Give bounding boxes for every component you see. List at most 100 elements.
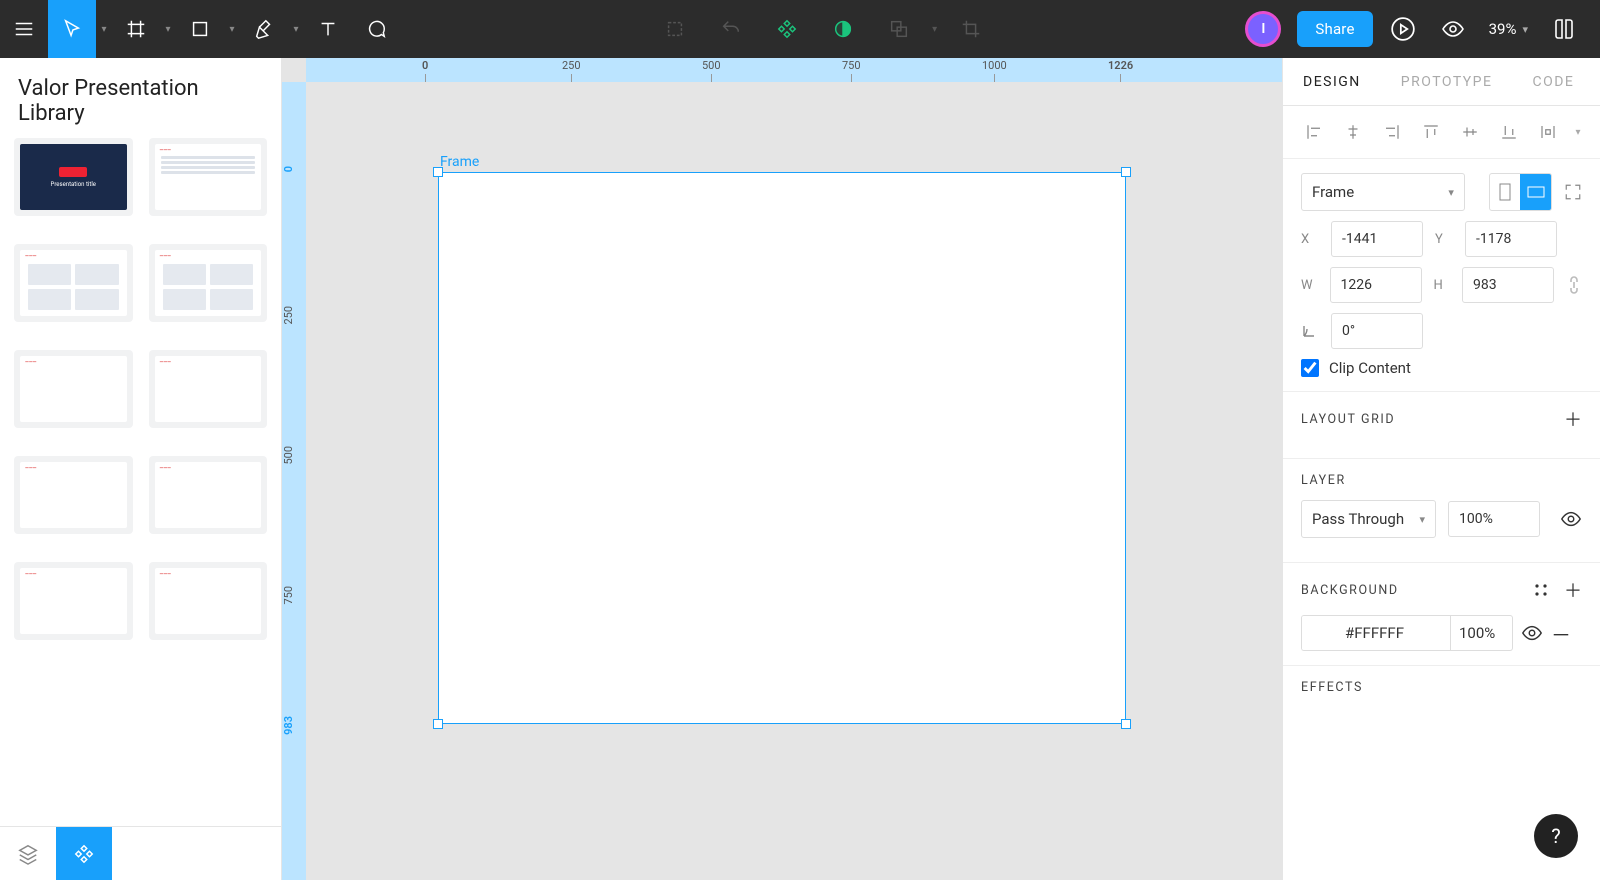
blend-mode-select[interactable]: Pass Through ▾ (1301, 500, 1436, 538)
layer-visibility-icon[interactable] (1560, 508, 1582, 530)
frame-name-label[interactable]: Frame (440, 154, 479, 170)
blend-mode-value: Pass Through (1312, 510, 1404, 528)
tab-design[interactable]: DESIGN (1283, 58, 1381, 105)
file-title: Valor Presentation Library (0, 58, 281, 138)
thumb-slide[interactable]: ——— (149, 562, 268, 640)
layout-grid-title: LAYOUT GRID (1301, 412, 1395, 427)
frame-tool-caret[interactable]: ▾ (160, 24, 176, 35)
boolean-caret[interactable]: ▾ (927, 24, 943, 35)
layer-title: LAYER (1301, 473, 1346, 488)
pen-tool-icon[interactable] (240, 0, 288, 58)
top-toolbar: ▾ ▾ ▾ ▾ ▾ I (0, 0, 1600, 58)
thumb-slide[interactable]: ——— (14, 456, 133, 534)
canvas[interactable]: 0 250 500 750 1000 1226 0 250 500 750 98… (282, 58, 1282, 880)
align-right-icon[interactable] (1377, 118, 1407, 146)
layers-tab-icon[interactable] (0, 827, 56, 880)
pages-thumbnails[interactable]: Presentation title ——— ——— ——— ——— ——— (0, 138, 281, 826)
h-input[interactable] (1462, 267, 1554, 303)
help-button[interactable]: ? (1534, 814, 1578, 858)
user-avatar[interactable]: I (1245, 11, 1281, 47)
x-label: X (1301, 232, 1319, 247)
add-layout-grid-icon[interactable]: ＋ (1564, 406, 1582, 432)
comment-tool-icon[interactable] (352, 0, 400, 58)
move-tool-caret[interactable]: ▾ (96, 24, 112, 35)
shape-tool-icon[interactable] (176, 0, 224, 58)
background-title: BACKGROUND (1301, 583, 1399, 598)
inspector-tabs: DESIGN PROTOTYPE CODE (1283, 58, 1600, 106)
h-label: H (1434, 278, 1451, 293)
view-settings-icon[interactable] (1433, 0, 1473, 58)
boolean-dim-icon[interactable] (871, 0, 927, 58)
crop-dim-icon[interactable] (943, 0, 999, 58)
pen-tool-caret[interactable]: ▾ (288, 24, 304, 35)
frame-tool-icon[interactable] (112, 0, 160, 58)
mask-icon[interactable] (815, 0, 871, 58)
thumb-slide[interactable]: ——— (149, 244, 268, 322)
ruler-vertical[interactable]: 0 250 500 750 983 (282, 82, 306, 880)
distribute-caret[interactable]: ▾ (1572, 118, 1584, 146)
background-opacity-input[interactable] (1451, 615, 1513, 651)
align-vcenter-icon[interactable] (1455, 118, 1485, 146)
background-hex-input[interactable] (1335, 615, 1451, 651)
orientation-landscape[interactable] (1520, 174, 1551, 210)
background-section: BACKGROUND ＋ － (1283, 563, 1600, 666)
shape-tool-caret[interactable]: ▾ (224, 24, 240, 35)
assets-tab-icon[interactable] (56, 827, 112, 880)
remove-background-icon[interactable]: － (1551, 619, 1571, 648)
thumb-slide[interactable]: ——— (149, 138, 268, 216)
resize-handle-ne[interactable] (1121, 167, 1131, 177)
canvas-viewport[interactable]: Frame (306, 82, 1282, 880)
tab-prototype[interactable]: PROTOTYPE (1381, 58, 1513, 105)
thumb-slide[interactable]: ——— (14, 350, 133, 428)
resize-handle-se[interactable] (1121, 719, 1131, 729)
chevron-down-icon: ▾ (1522, 23, 1528, 36)
hamburger-menu-icon[interactable] (0, 0, 48, 58)
y-input[interactable] (1465, 221, 1557, 257)
ruler-corner (282, 58, 306, 82)
thumb-slide[interactable]: ——— (14, 562, 133, 640)
distribute-icon[interactable] (1533, 118, 1563, 146)
thumb-slide[interactable]: ——— (149, 350, 268, 428)
frame-preset-select[interactable]: Frame ▾ (1301, 173, 1465, 211)
create-component-icon[interactable] (759, 0, 815, 58)
add-background-icon[interactable]: ＋ (1564, 577, 1582, 603)
zoom-value: 39% (1489, 20, 1517, 38)
text-tool-icon[interactable] (304, 0, 352, 58)
align-hcenter-icon[interactable] (1338, 118, 1368, 146)
chevron-down-icon: ▾ (1448, 186, 1454, 199)
resize-to-fit-icon[interactable] (1564, 183, 1582, 201)
constrain-proportions-icon[interactable] (1566, 275, 1582, 295)
background-style-icon[interactable] (1532, 581, 1550, 599)
center-tools: ▾ (647, 0, 999, 58)
background-swatch[interactable] (1301, 615, 1335, 651)
rotation-input[interactable] (1331, 313, 1423, 349)
resize-handle-sw[interactable] (433, 719, 443, 729)
align-top-icon[interactable] (1416, 118, 1446, 146)
move-tool-icon[interactable] (48, 0, 96, 58)
reset-dim-icon[interactable] (703, 0, 759, 58)
present-icon[interactable] (1381, 0, 1425, 58)
resize-handle-nw[interactable] (433, 167, 443, 177)
left-panel: Valor Presentation Library Presentation … (0, 58, 282, 880)
orientation-portrait[interactable] (1490, 174, 1521, 210)
toolbar-right-cluster: I Share 39% ▾ (1245, 0, 1600, 58)
left-panel-footer (0, 826, 281, 880)
thumb-cover[interactable]: Presentation title (14, 138, 133, 216)
x-input[interactable] (1331, 221, 1423, 257)
thumb-slide[interactable]: ——— (149, 456, 268, 534)
selected-frame[interactable] (438, 172, 1126, 724)
align-bottom-icon[interactable] (1494, 118, 1524, 146)
component-dim-icon[interactable] (647, 0, 703, 58)
thumb-slide[interactable]: ——— (14, 244, 133, 322)
align-left-icon[interactable] (1299, 118, 1329, 146)
library-icon[interactable] (1544, 0, 1584, 58)
w-label: W (1301, 278, 1318, 293)
ruler-horizontal[interactable]: 0 250 500 750 1000 1226 (306, 58, 1282, 82)
background-visibility-icon[interactable] (1521, 622, 1543, 644)
zoom-dropdown[interactable]: 39% ▾ (1489, 20, 1528, 38)
tab-code[interactable]: CODE (1512, 58, 1594, 105)
w-input[interactable] (1330, 267, 1422, 303)
share-button[interactable]: Share (1297, 11, 1372, 47)
layer-opacity-input[interactable] (1448, 501, 1540, 537)
clip-content-checkbox[interactable] (1301, 359, 1319, 377)
